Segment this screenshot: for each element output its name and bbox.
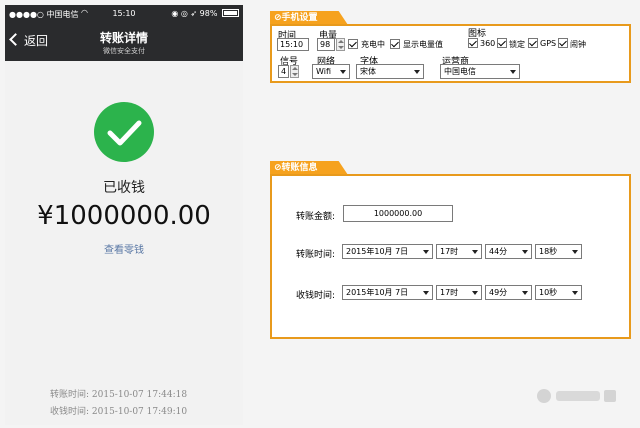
transfer-minute-select[interactable]: 44分 bbox=[485, 244, 532, 259]
page-subtitle: 微信安全支付 bbox=[103, 47, 145, 55]
chevron-down-icon bbox=[423, 250, 429, 254]
receive-date-value: 2015年10月 7日 bbox=[346, 288, 409, 297]
amount-input[interactable]: 1000000.00 bbox=[343, 205, 453, 222]
signal-input[interactable]: 4 bbox=[278, 65, 289, 78]
nav-bar: 返回 转账详情 微信安全支付 bbox=[5, 23, 243, 61]
status-right: ◉ ◎ ➶ 98% bbox=[171, 9, 239, 18]
page-title: 转账详情 bbox=[99, 31, 148, 45]
chevron-down-icon bbox=[414, 70, 420, 74]
chevron-down-icon bbox=[423, 291, 429, 295]
receive-time-label: 收钱时间: bbox=[296, 291, 336, 301]
charging-label: 充电中 bbox=[361, 40, 385, 49]
signal-stepper[interactable] bbox=[290, 65, 299, 78]
chevron-down-icon bbox=[522, 250, 528, 254]
settings-icon: ⊘ bbox=[274, 163, 282, 173]
receive-date-select[interactable]: 2015年10月 7日 bbox=[342, 285, 433, 300]
receive-time-text: 收钱时间: 2015-10-07 17:49:10 bbox=[50, 407, 188, 417]
icon-lock-label: 锁定 bbox=[509, 40, 525, 49]
amount-label: 转账金额: bbox=[296, 212, 336, 222]
network-select[interactable]: Wifi bbox=[312, 64, 350, 79]
transfer-date-value: 2015年10月 7日 bbox=[346, 247, 409, 256]
transfer-date-select[interactable]: 2015年10月 7日 bbox=[342, 244, 433, 259]
phone-preview: ●●●●○ 中国电信 ◠ 15:10 ◉ ◎ ➶ 98% 返回 转账详情 微信安… bbox=[5, 5, 243, 425]
receive-minute-value: 49分 bbox=[489, 288, 508, 297]
chevron-down-icon bbox=[572, 250, 578, 254]
battery-input[interactable]: 98 bbox=[317, 38, 335, 51]
battery-percent: 98% bbox=[199, 9, 218, 18]
transfer-hour-select[interactable]: 17时 bbox=[436, 244, 482, 259]
chevron-down-icon bbox=[340, 70, 346, 74]
transfer-info-title: 转账信息 bbox=[281, 163, 318, 173]
transfer-hour-value: 17时 bbox=[440, 247, 459, 256]
receive-hour-value: 17时 bbox=[440, 288, 459, 297]
transfer-info-panel: 转账金额: 1000000.00 转账时间: 2015年10月 7日 17时 4… bbox=[270, 174, 631, 339]
phone-settings-title: 手机设置 bbox=[281, 13, 318, 23]
phone-settings-panel: 时间 15:10 电量 98 充电中 显示电量值 图标 360 锁定 GPS 闹… bbox=[270, 24, 631, 83]
chevron-down-icon bbox=[472, 291, 478, 295]
time-input[interactable]: 15:10 bbox=[277, 38, 309, 51]
icon-alarm-label: 闹钟 bbox=[570, 40, 586, 49]
receive-second-select[interactable]: 10秒 bbox=[535, 285, 582, 300]
watermark-logo bbox=[537, 389, 616, 403]
chevron-down-icon bbox=[472, 250, 478, 254]
status-bar: ●●●●○ 中国电信 ◠ 15:10 ◉ ◎ ➶ 98% bbox=[5, 5, 243, 23]
battery-icon bbox=[222, 9, 239, 17]
transfer-second-select[interactable]: 18秒 bbox=[535, 244, 582, 259]
receive-second-value: 10秒 bbox=[539, 288, 558, 297]
success-check-icon bbox=[94, 102, 154, 162]
show-battery-label: 显示电量值 bbox=[403, 40, 443, 49]
transfer-time-label: 转账时间: bbox=[296, 250, 336, 260]
charging-checkbox[interactable] bbox=[348, 39, 358, 49]
chevron-down-icon bbox=[522, 291, 528, 295]
transfer-time-text: 转账时间: 2015-10-07 17:44:18 bbox=[50, 390, 188, 400]
chevron-down-icon bbox=[510, 70, 516, 74]
icon-gps-label: GPS bbox=[540, 39, 557, 48]
chevron-down-icon bbox=[572, 291, 578, 295]
icon-360-label: 360 bbox=[480, 39, 496, 48]
amount-display: ¥1000000.00 bbox=[37, 201, 211, 231]
lock-icon: ◉ ◎ ➶ bbox=[171, 9, 198, 18]
transfer-minute-value: 44分 bbox=[489, 247, 508, 256]
phone-settings-tab: ⊘手机设置 bbox=[270, 11, 348, 25]
icon-360-checkbox[interactable] bbox=[468, 38, 478, 48]
icon-lock-checkbox[interactable] bbox=[497, 38, 507, 48]
receive-hour-select[interactable]: 17时 bbox=[436, 285, 482, 300]
icon-gps-checkbox[interactable] bbox=[528, 38, 538, 48]
receive-minute-select[interactable]: 49分 bbox=[485, 285, 532, 300]
network-value: Wifi bbox=[316, 67, 331, 76]
font-value: 宋体 bbox=[360, 67, 376, 76]
transfer-second-value: 18秒 bbox=[539, 247, 558, 256]
font-select[interactable]: 宋体 bbox=[356, 64, 424, 79]
operator-select[interactable]: 中国电信 bbox=[440, 64, 520, 79]
battery-stepper[interactable] bbox=[336, 38, 345, 51]
received-status: 已收钱 bbox=[103, 180, 145, 196]
view-change-link[interactable]: 查看零钱 bbox=[5, 241, 243, 256]
transfer-info-tab: ⊘转账信息 bbox=[270, 161, 348, 175]
icon-alarm-checkbox[interactable] bbox=[558, 38, 568, 48]
show-battery-checkbox[interactable] bbox=[390, 39, 400, 49]
settings-icon: ⊘ bbox=[274, 13, 282, 23]
operator-value: 中国电信 bbox=[444, 67, 476, 76]
